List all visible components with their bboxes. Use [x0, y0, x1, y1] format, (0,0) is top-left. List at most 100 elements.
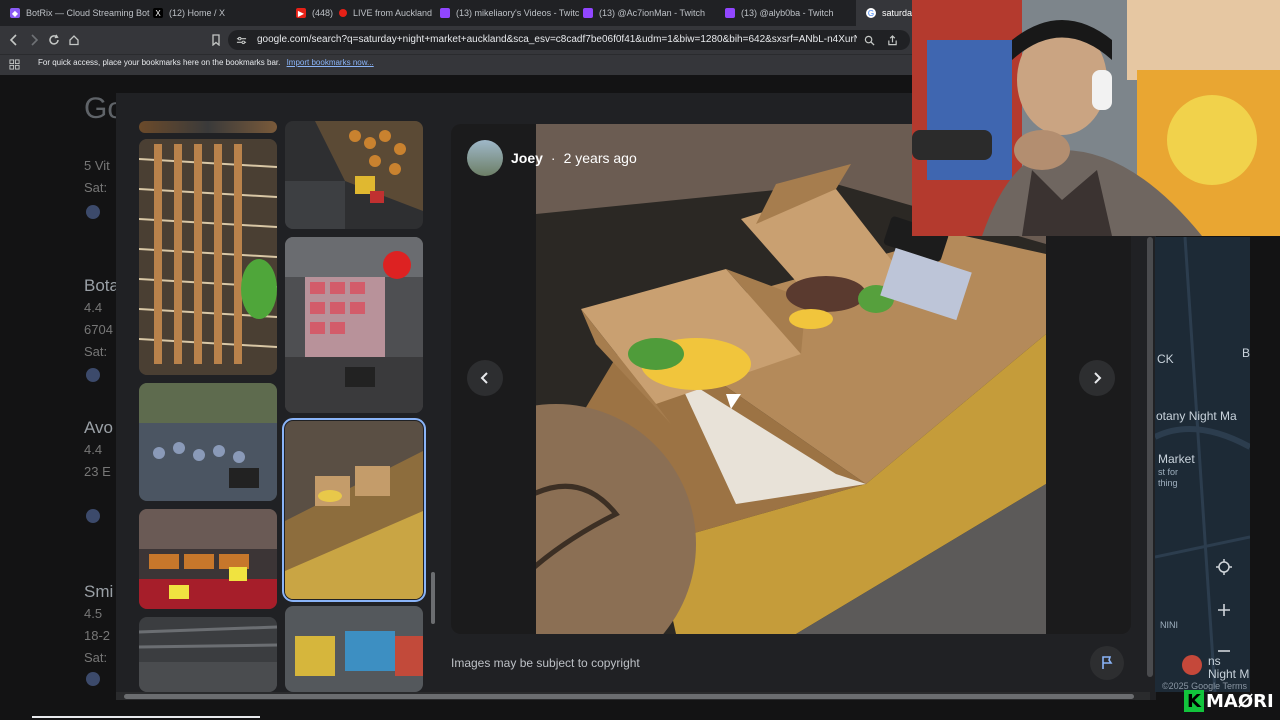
tab-botrix[interactable]: ◆ BotRix — Cloud Streaming Bot [0, 0, 150, 26]
map-label: st for [1158, 467, 1179, 477]
apps-grid-icon[interactable] [6, 56, 22, 72]
result-line: Sat: [84, 180, 108, 195]
image-thumbnail[interactable] [139, 383, 277, 501]
tab-label: LIVE from Auckland [353, 8, 433, 18]
post-age: 2 years ago [563, 150, 637, 166]
x-icon: X [153, 8, 163, 18]
home-button[interactable] [66, 32, 82, 48]
twitch-icon [583, 8, 593, 18]
image-thumbnail[interactable] [285, 121, 423, 229]
review-avatar [86, 205, 100, 219]
progress-line [32, 716, 260, 718]
chevron-left-icon [480, 372, 488, 384]
share-icon[interactable] [884, 32, 900, 48]
tab-label: (13) mikeliaory's Videos - Twitch [456, 8, 580, 18]
image-source[interactable]: Joey · 2 years ago [467, 140, 637, 176]
map-label: B [1242, 346, 1251, 360]
plus-icon [1218, 604, 1230, 616]
copyright-notice: Images may be subject to copyright [451, 656, 640, 670]
channel-branding: K MAØRI [1184, 690, 1274, 712]
author-name[interactable]: Joey [511, 150, 543, 166]
author-avatar [467, 140, 503, 176]
result-line: Sat: [84, 650, 108, 665]
map-place-label[interactable]: Market [1158, 452, 1195, 466]
result-line: 4.5 [84, 606, 103, 621]
result-title[interactable]: Avo [84, 418, 113, 438]
flag-icon [1102, 656, 1113, 669]
forward-arrow-icon [31, 34, 39, 46]
back-button[interactable] [6, 32, 22, 48]
tab-twitch-1[interactable]: (13) mikeliaory's Videos - Twitch [430, 0, 580, 26]
image-thumbnail[interactable] [139, 617, 277, 692]
forward-button[interactable] [26, 32, 42, 48]
review-avatar [86, 509, 100, 523]
url-text[interactable]: google.com/search?q=saturday+night+marke… [257, 34, 857, 45]
map-place-label[interactable]: Night M [1208, 667, 1249, 681]
map-label: NINI [1160, 620, 1178, 630]
reload-icon [49, 34, 59, 45]
result-line: 18-2 [84, 628, 111, 643]
youtube-icon: ▶ [296, 8, 306, 18]
bookmark-icon [212, 34, 220, 46]
review-avatar [86, 368, 100, 382]
map-place-label[interactable]: otany Night Ma [1156, 409, 1237, 423]
vertical-scrollbar[interactable] [1147, 237, 1153, 677]
next-image-button[interactable] [1079, 360, 1115, 396]
bookmark-star-button[interactable] [208, 32, 224, 48]
image-thumbnail[interactable] [139, 509, 277, 609]
result-title[interactable]: Smi [84, 582, 113, 602]
google-icon: G [866, 8, 876, 18]
result-line: Sat: [84, 344, 108, 359]
image-thumbnail[interactable] [285, 237, 423, 413]
image-thumbnail[interactable] [285, 606, 423, 692]
tab-twitch-2[interactable]: (13) @Ac7ionMan - Twitch [573, 0, 723, 26]
back-arrow-icon [9, 34, 17, 46]
site-info-icon[interactable] [233, 32, 249, 48]
map-pin-icon[interactable] [1182, 655, 1202, 675]
result-line: 4.4 [84, 442, 103, 457]
result-line: 5 Vit [84, 158, 110, 173]
map-label: thing [1158, 478, 1178, 488]
horizontal-scrollbar-thumb[interactable] [124, 694, 1134, 699]
tab-twitch-3[interactable]: (13) @alyb0ba - Twitch [715, 0, 865, 26]
result-line: 4.4 [84, 300, 103, 315]
tab-label: (13) @alyb0ba - Twitch [741, 8, 834, 18]
my-location-button[interactable] [1211, 554, 1237, 580]
image-thumbnail-selected[interactable] [282, 418, 426, 602]
brand-logo: K [1184, 690, 1204, 712]
zoom-out-button[interactable] [1211, 638, 1237, 664]
twitch-icon [440, 8, 450, 18]
zoom-in-button[interactable] [1211, 597, 1237, 623]
author-separator: · [550, 150, 556, 166]
tab-x[interactable]: X (12) Home / X [143, 0, 293, 26]
tab-label: (448) [312, 8, 334, 18]
review-avatar [86, 672, 100, 686]
tab-label: BotRix — Cloud Streaming Bot [26, 8, 150, 18]
image-thumbnail[interactable] [139, 139, 277, 375]
botrix-icon: ◆ [10, 8, 20, 18]
twitch-icon [725, 8, 735, 18]
zoom-icon[interactable] [861, 32, 877, 48]
report-image-button[interactable] [1090, 646, 1124, 680]
webcam-feed [912, 0, 1280, 236]
tab-label: (13) @Ac7ionMan - Twitch [599, 8, 706, 18]
tab-youtube-live[interactable]: ▶ (448) LIVE from Auckland [286, 0, 436, 26]
result-line: 23 E [84, 464, 111, 479]
home-icon [69, 35, 79, 46]
brand-name: MAØRI [1206, 690, 1274, 712]
bookmarks-prompt-text: For quick access, place your bookmarks h… [38, 58, 281, 67]
minus-icon [1218, 650, 1230, 652]
tab-label: (12) Home / X [169, 8, 226, 18]
map-label: CK [1157, 352, 1174, 366]
import-bookmarks-link[interactable]: Import bookmarks now... [287, 58, 374, 67]
bookmarks-prompt: For quick access, place your bookmarks h… [38, 58, 374, 67]
result-title[interactable]: Bota [84, 276, 119, 296]
thumbnail-scrollbar[interactable] [431, 572, 435, 624]
previous-image-button[interactable] [467, 360, 503, 396]
crosshair-icon [1216, 559, 1232, 575]
chevron-right-icon [1094, 372, 1102, 384]
live-icon [339, 9, 348, 17]
image-thumbnail[interactable] [139, 121, 277, 133]
reload-button[interactable] [46, 32, 62, 48]
result-line: 6704 [84, 322, 113, 337]
